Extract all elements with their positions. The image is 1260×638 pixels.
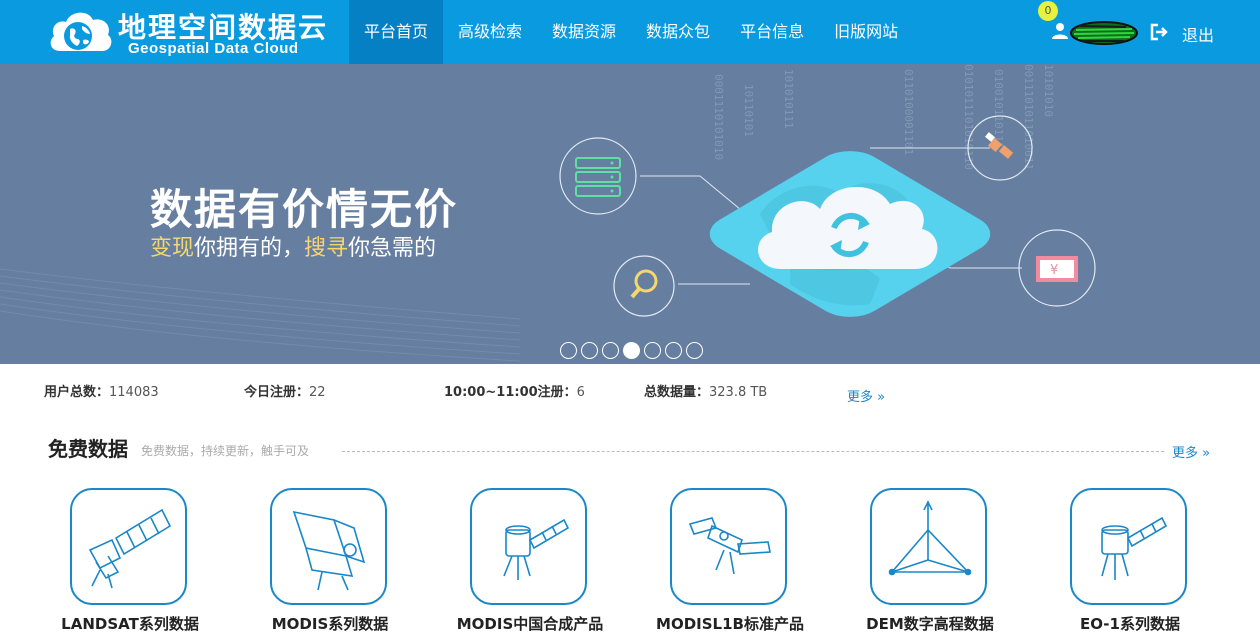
carousel-dot-6[interactable] bbox=[665, 342, 682, 359]
free-data-header: 免费数据 免费数据，持续更新，触手可及 更多 » bbox=[0, 430, 1260, 466]
stat-today-label: 今日注册： bbox=[244, 385, 310, 400]
double-chevron-right-icon: » bbox=[877, 390, 886, 405]
hero-banner: 0001110101010 10110101 101010111 0110100… bbox=[0, 64, 1260, 364]
nav-old-site[interactable]: 旧版网站 bbox=[819, 0, 913, 64]
svg-text:10110101: 10110101 bbox=[742, 84, 755, 137]
site-logo[interactable]: 地理空间数据云 Geospatial Data Cloud bbox=[48, 5, 348, 60]
double-chevron-right-icon: » bbox=[1202, 446, 1211, 461]
card-label: EO-1系列数据 bbox=[1080, 615, 1180, 633]
nav-advanced-search[interactable]: 高级检索 bbox=[443, 0, 537, 64]
modis-l1b-satellite-icon[interactable] bbox=[670, 488, 787, 605]
carousel-dot-7[interactable] bbox=[686, 342, 703, 359]
landsat-satellite-icon[interactable] bbox=[70, 488, 187, 605]
carousel-dot-1[interactable] bbox=[560, 342, 577, 359]
card-modis-china[interactable]: MODIS中国合成产品 bbox=[430, 488, 630, 638]
card-dem[interactable]: DEM数字高程数据 bbox=[830, 488, 1030, 638]
user-area: 0 退出 bbox=[1030, 0, 1260, 64]
nav-home[interactable]: 平台首页 bbox=[349, 0, 444, 64]
stat-total-users: 用户总数：114083 bbox=[44, 381, 159, 400]
carousel-dot-4[interactable] bbox=[623, 342, 640, 359]
free-data-cards: LANDSAT系列数据 MODIS系列数据 MODIS中国合成产品 MODISL… bbox=[0, 488, 1260, 638]
dem-elevation-icon[interactable] bbox=[870, 488, 987, 605]
banner-subtitle: 变现你拥有的，搜寻你急需的 bbox=[150, 230, 436, 262]
logout-link[interactable]: 退出 bbox=[1182, 22, 1214, 46]
stat-today-registrations: 今日注册：22 bbox=[244, 381, 326, 400]
stat-total-data-label: 总数据量： bbox=[644, 385, 710, 400]
logo-title-en: Geospatial Data Cloud bbox=[128, 40, 299, 57]
card-eo1[interactable]: EO-1系列数据 bbox=[1030, 488, 1230, 638]
notification-badge[interactable]: 0 bbox=[1038, 1, 1058, 21]
free-data-title: 免费数据 bbox=[48, 437, 128, 461]
svg-text:101010111: 101010111 bbox=[782, 69, 795, 129]
globe-cloud-logo-icon bbox=[50, 12, 112, 51]
card-label: MODIS系列数据 bbox=[271, 615, 389, 633]
carousel-dot-2[interactable] bbox=[581, 342, 598, 359]
svg-text:¥: ¥ bbox=[1050, 263, 1058, 278]
modis-satellite-icon[interactable] bbox=[470, 488, 587, 605]
redacted-username[interactable] bbox=[1070, 20, 1138, 46]
svg-text:10101010: 10101010 bbox=[1042, 64, 1055, 117]
main-nav: 平台首页 高级检索 数据资源 数据众包 平台信息 旧版网站 bbox=[349, 0, 913, 64]
nav-crowdsourcing[interactable]: 数据众包 bbox=[631, 0, 725, 64]
card-label: LANDSAT系列数据 bbox=[61, 615, 199, 633]
stat-total-users-label: 用户总数： bbox=[44, 385, 110, 400]
svg-text:0011101011010011: 0011101011010011 bbox=[1022, 64, 1035, 170]
banner-subtitle-highlight-1: 变现 bbox=[150, 236, 195, 261]
carousel-dot-3[interactable] bbox=[602, 342, 619, 359]
nav-data-resources[interactable]: 数据资源 bbox=[537, 0, 631, 64]
logout-icon[interactable] bbox=[1149, 23, 1169, 41]
carousel-dot-5[interactable] bbox=[644, 342, 661, 359]
stats-more-label: 更多 bbox=[847, 390, 874, 405]
nav-platform-info[interactable]: 平台信息 bbox=[725, 0, 819, 64]
stat-total-users-value: 114083 bbox=[109, 385, 159, 400]
stat-total-data: 总数据量：323.8 TB bbox=[644, 381, 767, 400]
stats-bar: 用户总数：114083 今日注册：22 10:00~11:00注册：6 总数据量… bbox=[0, 364, 1260, 414]
card-landsat[interactable]: LANDSAT系列数据 bbox=[30, 488, 230, 638]
stat-hour-label: 10:00~11:00注册： bbox=[444, 385, 577, 400]
money-icon: ¥ bbox=[1018, 229, 1096, 307]
eo1-satellite-icon[interactable] bbox=[1070, 488, 1187, 605]
stat-hour-value: 6 bbox=[576, 385, 585, 400]
stat-today-value: 22 bbox=[309, 385, 326, 400]
server-icon bbox=[559, 137, 637, 215]
modis-sensor-icon[interactable] bbox=[270, 488, 387, 605]
search-icon bbox=[613, 255, 675, 317]
banner-subtitle-highlight-2: 搜寻 bbox=[304, 236, 349, 261]
user-icon[interactable] bbox=[1051, 22, 1069, 40]
card-modis[interactable]: MODIS系列数据 bbox=[230, 488, 430, 638]
svg-text:0001110101010: 0001110101010 bbox=[712, 74, 725, 160]
card-label: MODISL1B标准产品 bbox=[656, 615, 804, 633]
free-data-more-link[interactable]: 更多 » bbox=[1172, 442, 1210, 461]
card-label: DEM数字高程数据 bbox=[866, 615, 994, 633]
stat-hour-registrations: 10:00~11:00注册：6 bbox=[444, 381, 585, 400]
carousel-dots bbox=[560, 342, 703, 359]
cloud-platform bbox=[709, 151, 991, 317]
svg-text:0110100001101: 0110100001101 bbox=[902, 69, 915, 155]
stats-more-link[interactable]: 更多 » bbox=[847, 386, 885, 405]
stat-total-data-value: 323.8 TB bbox=[709, 385, 768, 400]
card-label: MODIS中国合成产品 bbox=[456, 615, 604, 633]
free-data-more-label: 更多 bbox=[1172, 446, 1199, 461]
section-divider bbox=[342, 451, 1164, 452]
free-data-subtitle: 免费数据，持续更新，触手可及 bbox=[141, 444, 310, 458]
banner-subtitle-text-2: 你急需的 bbox=[348, 236, 437, 261]
banner-subtitle-text-1: 你拥有的， bbox=[194, 236, 305, 261]
top-header: 地理空间数据云 Geospatial Data Cloud 平台首页 高级检索 … bbox=[0, 0, 1260, 64]
banner-title: 数据有价情无价 bbox=[150, 185, 459, 234]
card-modis-l1b[interactable]: MODISL1B标准产品 bbox=[630, 488, 830, 638]
